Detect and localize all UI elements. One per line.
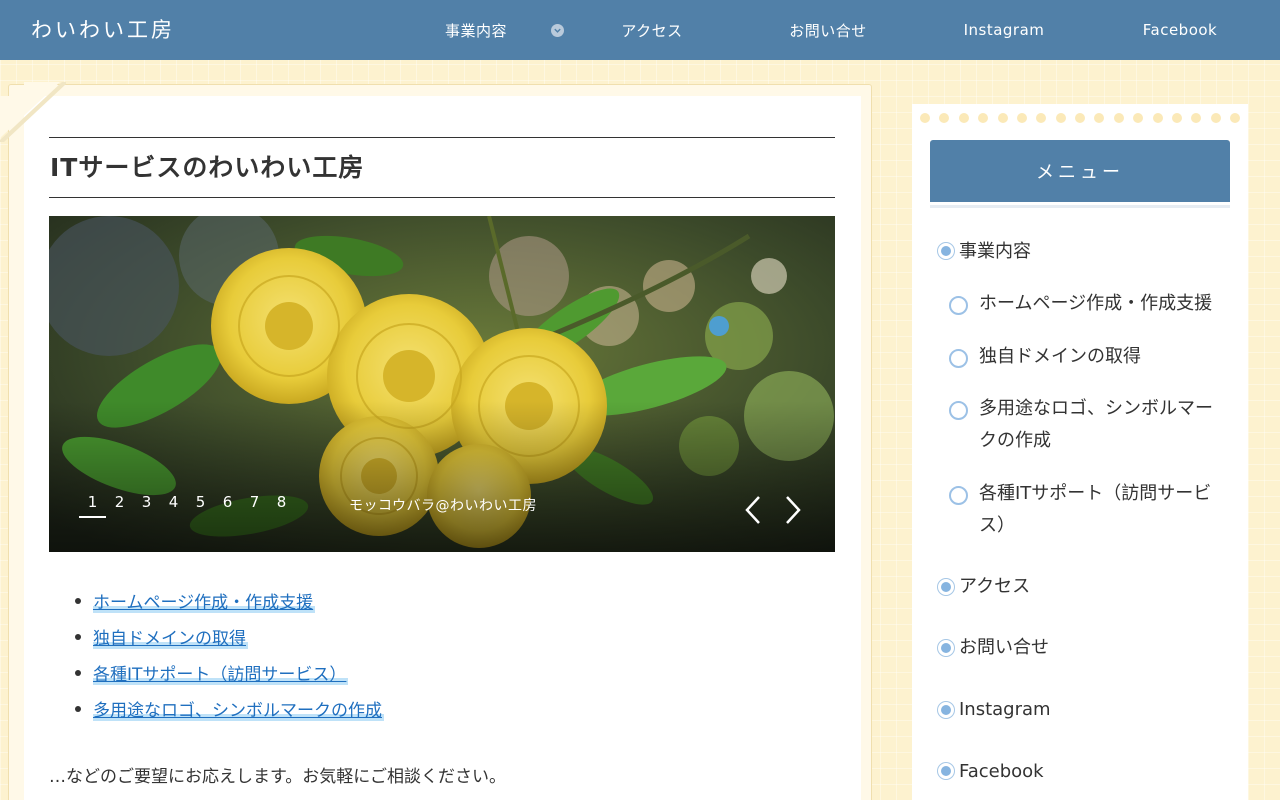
chevron-down-icon[interactable]	[551, 24, 564, 37]
slider-page-6[interactable]: 6	[214, 492, 241, 518]
link-logo[interactable]: 多用途なロゴ、シンボルマークの作成	[93, 701, 384, 721]
site-title[interactable]: わいわい工房	[31, 14, 175, 44]
sidebar-item-services[interactable]: 事業内容	[959, 236, 1031, 268]
image-slider[interactable]: 1 2 3 4 5 6 7 8 モッコウバラ@わいわい工房	[49, 216, 835, 552]
nav-item-facebook[interactable]: Facebook	[1092, 0, 1268, 60]
nav-label: Facebook	[1142, 21, 1218, 39]
radio-empty-icon	[949, 296, 968, 315]
site-header: わいわい工房 事業内容 アクセス お問い合せ Instagram Faceboo…	[0, 0, 1280, 60]
chevron-left-icon[interactable]	[742, 494, 766, 526]
slider-page-5[interactable]: 5	[187, 492, 214, 518]
radio-filled-icon	[937, 639, 955, 657]
nav-label: アクセス	[621, 21, 683, 40]
radio-filled-icon	[937, 578, 955, 596]
sidebar-item-label: クの作成	[979, 430, 1051, 451]
nav-item-instagram[interactable]: Instagram	[916, 0, 1092, 60]
radio-empty-icon	[949, 401, 968, 420]
list-item: 多用途なロゴ、シンボルマークの作成	[75, 696, 384, 732]
list-item: 独自ドメインの取得	[75, 624, 384, 660]
sidebar-item-logo[interactable]: 多用途なロゴ、シンボルマー クの作成	[979, 393, 1213, 457]
slider-page-8[interactable]: 8	[268, 492, 295, 518]
slider-pager: 1 2 3 4 5 6 7 8	[79, 492, 295, 518]
nav-label: 事業内容	[444, 21, 507, 40]
sidebar-menu-title: メニュー	[930, 140, 1230, 202]
sidebar-item-facebook[interactable]: Facebook	[959, 756, 1044, 788]
link-domain[interactable]: 独自ドメインの取得	[93, 629, 248, 649]
radio-filled-icon	[937, 701, 955, 719]
radio-empty-icon	[949, 486, 968, 505]
radio-filled-icon	[937, 242, 955, 260]
link-homepage-creation[interactable]: ホームページ作成・作成支援	[93, 593, 316, 613]
slider-page-2[interactable]: 2	[106, 492, 133, 518]
sidebar-item-contact[interactable]: お問い合せ	[959, 632, 1049, 664]
radio-empty-icon	[949, 349, 968, 368]
sidebar: メニュー 事業内容 ホームページ作成・作成支援 独自ドメインの取得 多用途なロゴ…	[912, 104, 1248, 800]
nav-item-services[interactable]: 事業内容	[388, 0, 564, 60]
slider-page-3[interactable]: 3	[133, 492, 160, 518]
sidebar-item-instagram[interactable]: Instagram	[959, 694, 1051, 726]
slider-page-7[interactable]: 7	[241, 492, 268, 518]
sidebar-item-domain[interactable]: 独自ドメインの取得	[979, 341, 1141, 373]
page-title: ITサービスのわいわい工房	[49, 137, 835, 198]
paper-fold-decoration	[0, 82, 66, 142]
slide-caption: モッコウバラ@わいわい工房	[349, 498, 537, 514]
nav-label: Instagram	[963, 21, 1045, 39]
nav-label: お問い合せ	[789, 21, 867, 40]
sidebar-item-access[interactable]: アクセス	[959, 571, 1030, 603]
intro-text: …などのご要望にお応えします。お気軽にご相談ください。	[49, 767, 506, 787]
sidebar-item-it-support[interactable]: 各種ITサポート（訪問サービ ス）	[979, 478, 1211, 542]
dotted-border-decoration	[920, 113, 1240, 123]
list-item: ホームページ作成・作成支援	[75, 588, 384, 624]
chevron-right-icon[interactable]	[780, 494, 804, 526]
service-link-list: ホームページ作成・作成支援 独自ドメインの取得 各種ITサポート（訪問サービス）…	[75, 588, 384, 732]
slider-page-1[interactable]: 1	[79, 492, 106, 518]
divider	[930, 205, 1230, 208]
slider-page-4[interactable]: 4	[160, 492, 187, 518]
nav-item-contact[interactable]: お問い合せ	[740, 0, 916, 60]
nav-item-access[interactable]: アクセス	[564, 0, 740, 60]
sidebar-item-label: ス）	[979, 515, 1015, 536]
sidebar-item-label: 各種ITサポート（訪問サービ	[979, 483, 1212, 504]
radio-filled-icon	[937, 762, 955, 780]
list-item: 各種ITサポート（訪問サービス）	[75, 660, 384, 696]
sidebar-item-homepage[interactable]: ホームページ作成・作成支援	[979, 288, 1212, 320]
sidebar-item-label: 多用途なロゴ、シンボルマー	[979, 398, 1213, 419]
link-it-support[interactable]: 各種ITサポート（訪問サービス）	[93, 665, 349, 685]
